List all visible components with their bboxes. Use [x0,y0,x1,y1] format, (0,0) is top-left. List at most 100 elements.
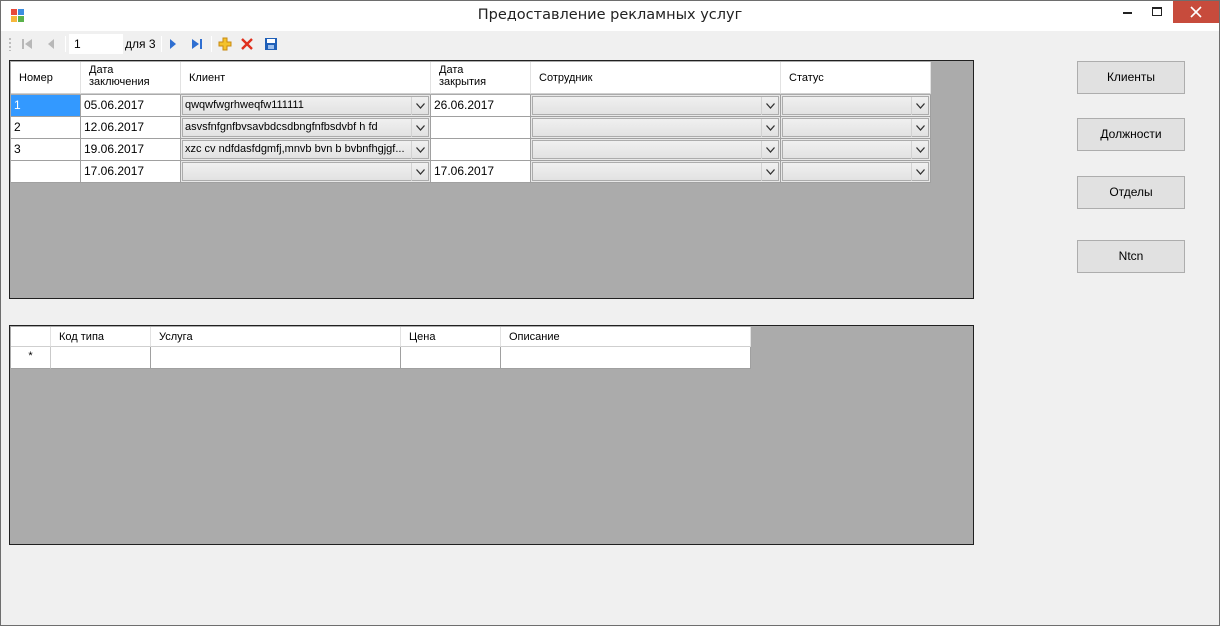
dropdown-button[interactable] [761,163,778,181]
dropdown-button[interactable] [761,119,778,137]
combo-box[interactable] [182,162,429,181]
cell-employee[interactable] [531,161,781,183]
cell-status[interactable] [781,95,931,117]
window-title: Предоставление рекламных услуг [477,7,743,23]
dropdown-button[interactable] [411,97,428,115]
combo-box[interactable] [532,162,779,181]
close-button[interactable] [1173,1,1219,23]
dropdown-button[interactable] [761,141,778,159]
positions-button[interactable]: Должности [1077,118,1185,151]
column-header-description[interactable]: Описание [501,327,751,347]
column-header-client[interactable]: Клиент [181,62,431,94]
delete-button[interactable] [237,34,257,54]
cell-employee[interactable] [531,95,781,117]
maximize-icon [1152,7,1162,16]
combo-box[interactable] [782,162,929,181]
chevron-down-icon [416,125,425,131]
combo-box[interactable]: qwqwfwgrhweqfw111111 [182,96,429,115]
cell-client[interactable] [181,161,431,183]
chevron-down-icon [766,103,775,109]
move-last-button[interactable] [187,34,207,54]
chevron-down-icon [916,169,925,175]
cell-number[interactable]: 2 [11,117,81,139]
cell-date-end[interactable] [431,117,531,139]
dropdown-button[interactable] [911,97,928,115]
cell-client[interactable]: xzc cv ndfdasfdgmfj,mnvb bvn b bvbnfhgjg… [181,139,431,161]
combo-box[interactable] [782,140,929,159]
cell-client[interactable]: asvsfnfgnfbvsavbdcsdbngfnfbsdvbf h fd [181,117,431,139]
dropdown-button[interactable] [411,163,428,181]
dropdown-button[interactable] [911,163,928,181]
chevron-down-icon [766,125,775,131]
column-header-status[interactable]: Статус [781,62,931,94]
move-previous-button[interactable] [41,34,61,54]
minimize-button[interactable] [1113,1,1143,23]
cell-number[interactable]: 1 [11,95,81,117]
move-first-button[interactable] [17,34,37,54]
row-header-corner [11,327,51,347]
cell-number[interactable]: 3 [11,139,81,161]
cell-date-end[interactable]: 26.06.2017 [431,95,531,117]
chevron-down-icon [916,125,925,131]
position-input[interactable] [69,34,123,54]
cell-type-code[interactable] [51,347,151,369]
ntcn-button[interactable]: Ntcn [1077,240,1185,273]
column-header-date-end[interactable]: Дата закрытия [431,62,531,94]
toolbar-grip[interactable] [9,37,11,51]
toolbar-separator [211,36,212,52]
chevron-down-icon [416,147,425,153]
cell-date-start[interactable]: 12.06.2017 [81,117,181,139]
cell-date-start[interactable]: 05.06.2017 [81,95,181,117]
save-button[interactable] [261,34,281,54]
chevron-down-icon [766,169,775,175]
dropdown-button[interactable] [411,141,428,159]
combo-box[interactable] [532,140,779,159]
combo-box[interactable] [532,118,779,137]
combo-box[interactable]: xzc cv ndfdasfdgmfj,mnvb bvn b bvbnfhgjg… [182,140,429,159]
cell-service[interactable] [151,347,401,369]
cell-status[interactable] [781,117,931,139]
close-icon [1190,6,1202,18]
cell-description[interactable] [501,347,751,369]
cell-client[interactable]: qwqwfwgrhweqfw111111 [181,95,431,117]
column-header-type-code[interactable]: Код типа [51,327,151,347]
combo-box[interactable] [532,96,779,115]
cell-status[interactable] [781,161,931,183]
column-header-employee[interactable]: Сотрудник [531,62,781,94]
binding-navigator: для 3 [5,32,1217,56]
add-new-button[interactable] [215,34,235,54]
cell-employee[interactable] [531,139,781,161]
departments-button[interactable]: Отделы [1077,176,1185,209]
cell-date-end[interactable]: 17.06.2017 [431,161,531,183]
contracts-grid[interactable]: Номер Дата заключения Клиент Дата закрыт… [9,60,974,299]
delete-icon [241,38,253,50]
dropdown-button[interactable] [761,97,778,115]
move-next-button[interactable] [163,34,183,54]
column-header-date-start[interactable]: Дата заключения [81,62,181,94]
services-grid[interactable]: Код типа Услуга Цена Описание * [9,325,974,545]
dropdown-button[interactable] [911,119,928,137]
move-next-icon [170,39,176,49]
cell-number[interactable] [11,161,81,183]
column-header-service[interactable]: Услуга [151,327,401,347]
new-row-marker: * [11,347,51,369]
column-header-number[interactable]: Номер [11,62,81,94]
clients-button[interactable]: Клиенты [1077,61,1185,94]
dropdown-button[interactable] [911,141,928,159]
chevron-down-icon [416,169,425,175]
maximize-button[interactable] [1143,1,1173,23]
column-header-price[interactable]: Цена [401,327,501,347]
combo-box[interactable]: asvsfnfgnfbvsavbdcsdbngfnfbsdvbf h fd [182,118,429,137]
dropdown-button[interactable] [411,119,428,137]
cell-date-end[interactable] [431,139,531,161]
combo-box[interactable] [782,118,929,137]
minimize-icon [1123,12,1132,14]
toolbar-separator [65,36,66,52]
cell-date-start[interactable]: 19.06.2017 [81,139,181,161]
cell-status[interactable] [781,139,931,161]
cell-price[interactable] [401,347,501,369]
cell-date-start[interactable]: 17.06.2017 [81,161,181,183]
combo-box[interactable] [782,96,929,115]
combo-text: xzc cv ndfdasfdgmfj,mnvb bvn b bvbnfhgjg… [185,143,405,155]
cell-employee[interactable] [531,117,781,139]
